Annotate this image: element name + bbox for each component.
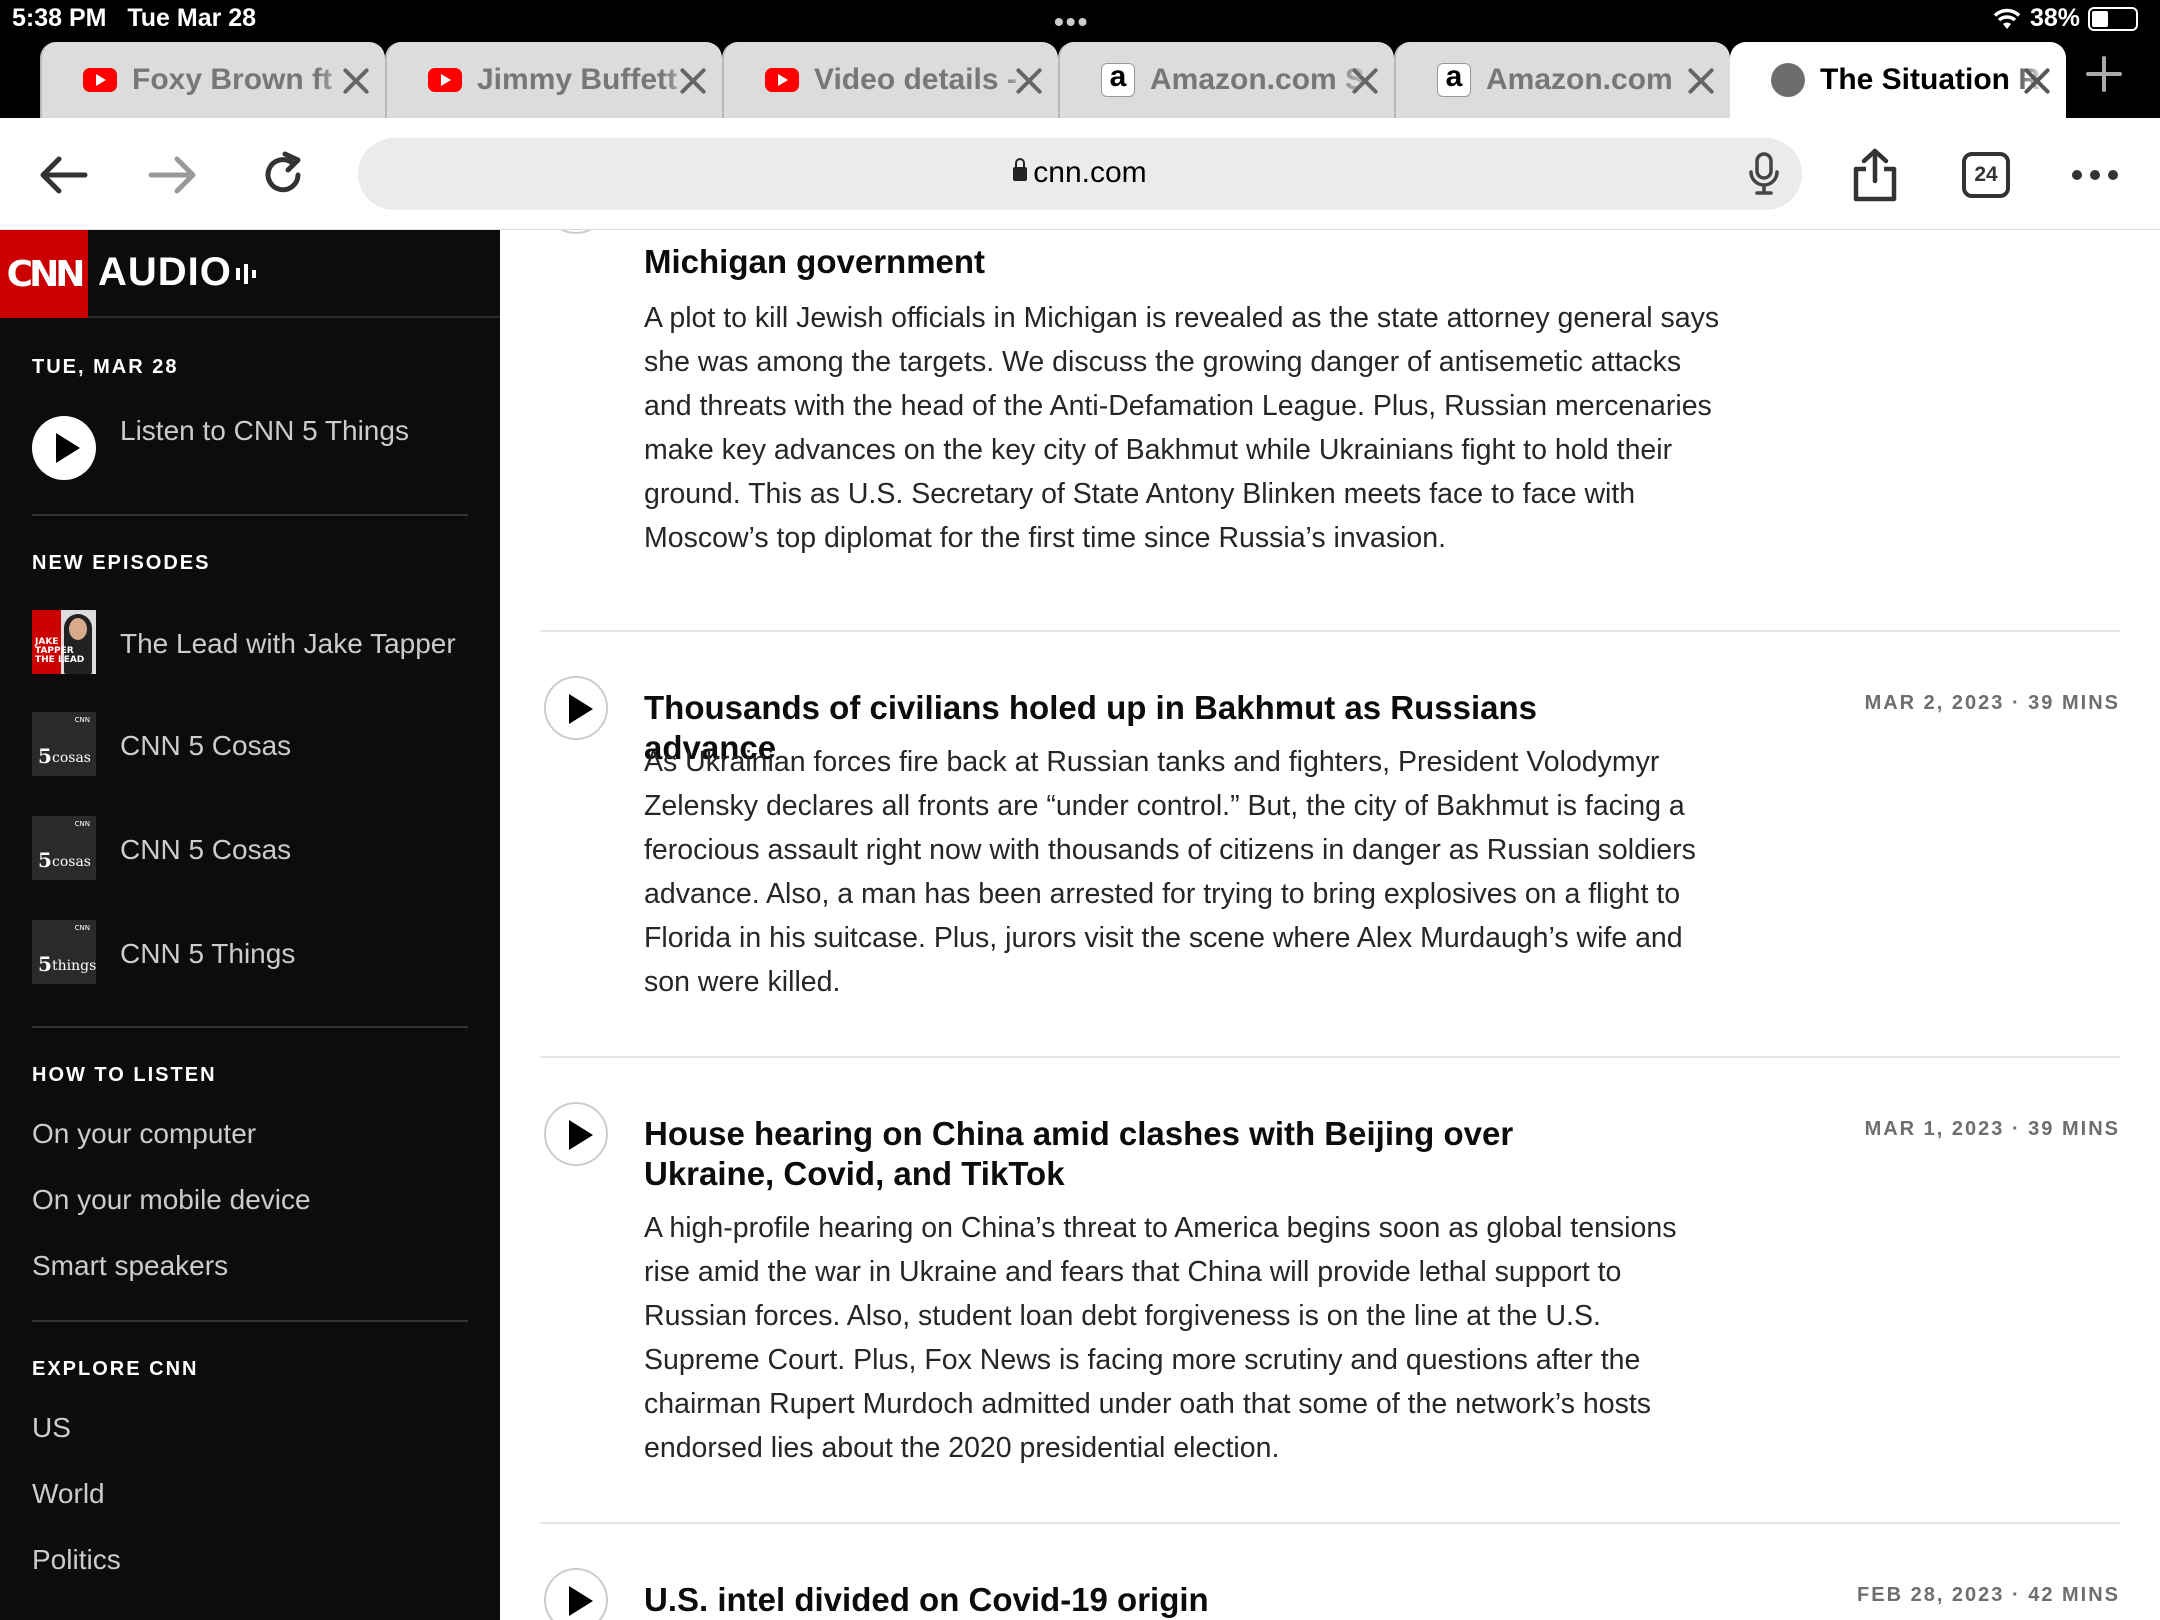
status-indicators: 38%: [1992, 4, 2138, 33]
episode-item: House hearing on China amid clashes with…: [540, 1102, 2120, 1562]
browser-toolbar: cnn.com 24: [0, 118, 2160, 230]
close-tab-icon[interactable]: [1346, 62, 1382, 98]
wifi-icon: [1993, 8, 2021, 29]
episode-date-duration: MAR 1, 2023 · 39 MINS: [1864, 1118, 2120, 1140]
episode-item: U.S. intel divided on Covid-19 origin FE…: [540, 1568, 2120, 1620]
new-episode-item[interactable]: JAKE TAPPER THE LEAD The Lead with Jake …: [32, 610, 472, 678]
listen-on-computer-link[interactable]: On your computer: [32, 1118, 256, 1150]
forward-icon[interactable]: [144, 146, 202, 204]
tab-title: Amazon.com: [1486, 63, 1673, 96]
browser-tab[interactable]: a Amazon.com: [1394, 42, 1730, 118]
cnn-logo: CNN: [0, 230, 88, 318]
share-icon[interactable]: [1846, 146, 1904, 204]
browser-tab[interactable]: a Amazon.com S: [1058, 42, 1394, 118]
episode-date-duration: FEB 28, 2023 · 42 MINS: [1857, 1584, 2120, 1606]
youtube-icon: [82, 62, 118, 98]
close-tab-icon[interactable]: [674, 62, 710, 98]
divider: [32, 514, 468, 516]
explore-world-link[interactable]: World: [32, 1478, 105, 1510]
status-bar: 5:38 PM Tue Mar 28 ••• 38%: [0, 0, 2160, 40]
play-episode-button[interactable]: [544, 230, 608, 234]
podcast-thumbnail: CNN 5 cosas: [32, 712, 96, 776]
play-episode-button[interactable]: [544, 676, 608, 740]
new-episode-label: CNN 5 Cosas: [120, 730, 292, 761]
youtube-icon: [764, 62, 800, 98]
tab-title: Amazon.com S: [1150, 63, 1366, 96]
play-icon: [32, 416, 96, 480]
sidebar: CNN AUDIO TUE, MAR 28 Listen to CNN 5 Th…: [0, 230, 500, 1620]
play-episode-button[interactable]: [544, 1102, 608, 1166]
new-episode-item[interactable]: CNN 5 cosas CNN 5 Cosas: [32, 816, 472, 884]
listen-5-things-button[interactable]: Listen to CNN 5 Things: [32, 414, 472, 486]
tab-count-button[interactable]: 24: [1962, 152, 2010, 198]
episode-date-duration: MAR 2, 2023 · 39 MINS: [1864, 692, 2120, 714]
close-tab-icon[interactable]: [2018, 62, 2054, 98]
episode-item: Thousands of civilians holed up in Bakhm…: [540, 676, 2120, 1076]
date-heading: TUE, MAR 28: [32, 356, 179, 378]
close-tab-icon[interactable]: [337, 62, 373, 98]
browser-tab[interactable]: Jimmy Buffett: [385, 42, 722, 118]
battery-percent: 38%: [2029, 4, 2080, 32]
browser-tab[interactable]: Video details -: [722, 42, 1058, 118]
browser-tab-active[interactable]: The Situation R: [1730, 42, 2066, 118]
back-icon[interactable]: [34, 146, 92, 204]
divider: [32, 1320, 468, 1322]
tab-title: Foxy Brown ft: [132, 63, 332, 96]
close-tab-icon[interactable]: [1010, 62, 1046, 98]
play-episode-button[interactable]: [544, 1568, 608, 1620]
browser-tab[interactable]: Foxy Brown ft: [40, 42, 385, 118]
tab-strip: Foxy Brown ft Jimmy Buffett Video detail…: [0, 40, 2160, 118]
explore-politics-link[interactable]: Politics: [32, 1544, 121, 1576]
divider: [540, 1522, 2120, 1524]
episode-description: As Ukrainian forces fire back at Russian…: [644, 746, 1696, 998]
sound-waves-icon: [236, 264, 256, 284]
episode-title[interactable]: U.S. intel divided on Covid-19 origin: [644, 1580, 1644, 1620]
microphone-icon[interactable]: [1748, 152, 1780, 201]
divider: [540, 630, 2120, 632]
episode-title[interactable]: Michigan government: [644, 242, 1644, 282]
lock-icon: [1013, 158, 1028, 181]
podcast-thumbnail: JAKE TAPPER THE LEAD: [32, 610, 96, 674]
divider: [32, 1026, 468, 1028]
globe-icon: [1770, 62, 1806, 98]
new-episode-label: The Lead with Jake Tapper: [120, 628, 456, 659]
podcast-thumbnail: CNN 5 things: [32, 920, 96, 984]
address-bar[interactable]: cnn.com: [358, 138, 1802, 210]
tab-title: The Situation R: [1820, 63, 2040, 96]
listen-on-mobile-link[interactable]: On your mobile device: [32, 1184, 311, 1216]
more-options-icon[interactable]: [2066, 146, 2124, 204]
new-episode-label: CNN 5 Things: [120, 938, 296, 969]
episode-title[interactable]: House hearing on China amid clashes with…: [644, 1114, 1644, 1194]
episode-description: A plot to kill Jewish officials in Michi…: [644, 302, 1720, 554]
new-episode-label: CNN 5 Cosas: [120, 834, 292, 865]
new-episode-item[interactable]: CNN 5 cosas CNN 5 Cosas: [32, 712, 472, 780]
reload-icon[interactable]: [254, 146, 312, 204]
episode-list: Michigan government A plot to kill Jewis…: [500, 230, 2160, 1620]
cnn-audio-brand[interactable]: CNN AUDIO: [0, 230, 500, 318]
multitasking-dots-icon[interactable]: •••: [1054, 6, 1089, 38]
amazon-icon: a: [1436, 62, 1472, 98]
tab-title: Jimmy Buffett: [477, 63, 678, 96]
new-tab-icon[interactable]: [2084, 54, 2124, 94]
close-tab-icon[interactable]: [1682, 62, 1718, 98]
screen: 5:38 PM Tue Mar 28 ••• 38% Foxy Brown ft…: [0, 0, 2160, 1620]
listen-label: Listen to CNN 5 Things: [120, 415, 409, 446]
podcast-thumbnail: CNN 5 cosas: [32, 816, 96, 880]
episode-description: A high-profile hearing on China’s threat…: [644, 1212, 1677, 1464]
status-time-date: 5:38 PM Tue Mar 28: [12, 4, 257, 32]
new-episodes-heading: NEW EPISODES: [32, 552, 211, 574]
tab-title: Video details -: [814, 63, 1017, 96]
new-episode-item[interactable]: CNN 5 things CNN 5 Things: [32, 920, 472, 988]
explore-cnn-heading: EXPLORE CNN: [32, 1358, 199, 1380]
amazon-icon: a: [1100, 62, 1136, 98]
youtube-icon: [427, 62, 463, 98]
divider: [540, 1056, 2120, 1058]
url-display: cnn.com: [358, 156, 1802, 190]
explore-us-link[interactable]: US: [32, 1412, 71, 1444]
audio-wordmark: AUDIO: [98, 250, 232, 294]
how-to-listen-heading: HOW TO LISTEN: [32, 1064, 217, 1086]
battery-icon: [2088, 6, 2138, 31]
smart-speakers-link[interactable]: Smart speakers: [32, 1250, 228, 1282]
